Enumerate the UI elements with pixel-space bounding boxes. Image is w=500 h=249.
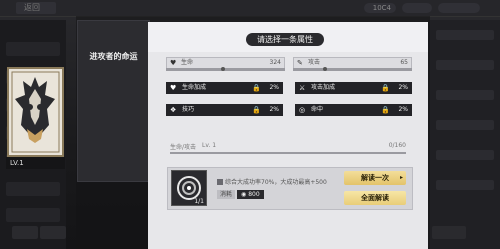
fate-card-art [9,69,62,155]
background-right-list [428,20,500,249]
fate-panel: 进攻者的命运 [77,20,150,182]
attribute-label: 命中 [311,106,324,113]
level-row: 生命/攻击 Lv. 1 0/160 [170,142,406,152]
attribute-option-hp-bonus[interactable]: ♥ 生命加成 🔒 2% [166,82,283,94]
attribute-label: 生命加成 [182,84,207,91]
coin-icon: ◉ [241,191,247,198]
skill-icon: ❖ [170,106,177,114]
lock-icon: 🔒 [252,84,261,92]
fate-title: 进攻者的命运 [89,52,138,61]
top-bar: 返回 10C4 [0,0,500,17]
sword-icon: ⚔ [299,84,306,92]
background-button [40,226,66,239]
sword-icon: ✎ [297,59,303,67]
background-button [432,226,466,239]
lock-icon: 🔒 [381,106,390,114]
decode-all-label: 全面解读 [361,194,389,202]
attribute-label: 攻击加成 [311,84,336,91]
back-button[interactable]: 返回 [16,2,56,14]
decode-once-label: 解读一次 [361,174,389,182]
stat-value: 65 [400,59,408,66]
fate-level-label: LV.1 [6,157,65,169]
background-button [12,226,38,239]
stat-label: 攻击 [308,59,321,66]
target-icon: ◎ [299,106,306,114]
item-quantity: 1/1 [194,198,204,205]
decode-all-button[interactable]: 全面解读 [344,191,406,205]
cost-row: 消耗 ◉ 800 [217,190,264,199]
decode-once-button[interactable]: 解读一次 ▸ [344,171,406,185]
track-marker [221,67,225,71]
resource-counter [402,3,432,13]
stat-track-atk [293,67,412,71]
stat-label: 生命 [181,59,194,66]
cost-value: 800 [248,191,260,198]
decode-item-slot[interactable]: 1/1 [171,170,207,206]
attribute-value: 2% [398,84,408,91]
stat-value: 324 [269,59,281,66]
track-marker [323,67,327,71]
level-row-label: 生命/攻击 [170,144,197,151]
attribute-label: 技巧 [182,106,195,113]
stat-track-hp [166,67,285,71]
heart-icon: ♥ [170,84,177,92]
resource-counter: 10C4 [364,3,396,13]
attribute-option-skill[interactable]: ❖ 技巧 🔒 2% [166,104,283,116]
dialog-title: 请选择一条属性 [246,33,324,46]
decode-description-text: 综合大成功率70%，大成功最高+500 [225,179,327,186]
attribute-value: 2% [398,106,408,113]
resource-counter [438,3,480,13]
attribute-option-accuracy[interactable]: ◎ 命中 🔒 2% [295,104,412,116]
level-row-level: Lv. 1 [202,142,217,149]
attribute-option-atk-bonus[interactable]: ⚔ 攻击加成 🔒 2% [295,82,412,94]
heart-icon: ♥ [170,59,177,67]
decode-description: 综合大成功率70%，大成功最高+500 [217,177,327,186]
lock-icon: 🔒 [252,106,261,114]
cost-value-box: ◉ 800 [237,190,264,199]
cost-label: 消耗 [217,190,236,199]
level-progress-bar [170,152,406,154]
level-progress-text: 0/160 [388,142,406,149]
lock-icon: 🔒 [381,84,390,92]
attribute-value: 2% [269,84,279,91]
checkbox-icon[interactable] [217,179,223,185]
attribute-value: 2% [269,106,279,113]
arrow-icon: ▸ [399,174,403,181]
fate-card-image [7,67,64,157]
